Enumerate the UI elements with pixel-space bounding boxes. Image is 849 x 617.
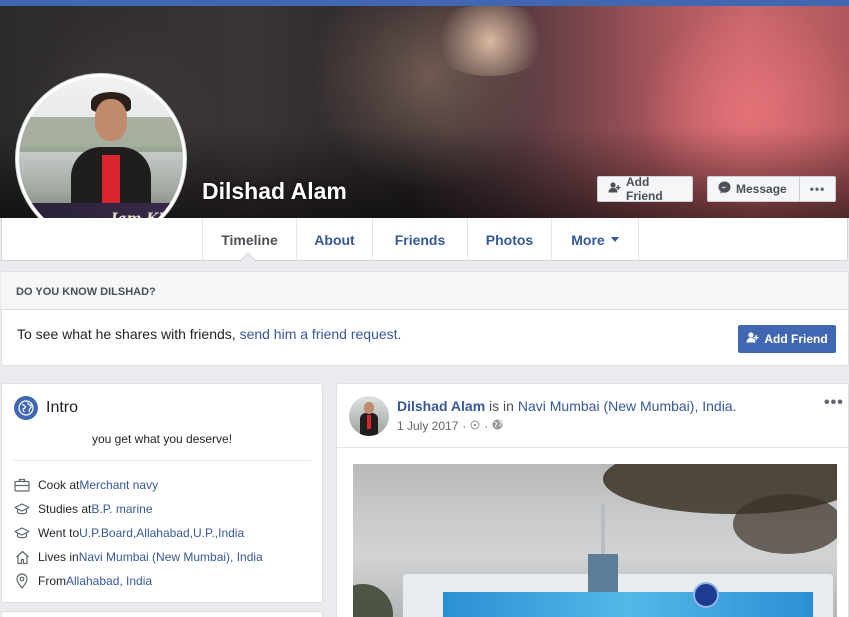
- intro-item-school: Went to U.P.Board,Allahabad,U.P.,India: [14, 525, 244, 541]
- intro-item-school-prefix: Went to: [38, 526, 80, 540]
- intro-item-study-link[interactable]: B.P. marine: [91, 502, 152, 516]
- tab-more[interactable]: More: [552, 218, 639, 261]
- globe-icon: [14, 396, 38, 420]
- public-globe-icon[interactable]: [492, 419, 503, 433]
- intro-item-lives-prefix: Lives in: [38, 550, 79, 564]
- post-photo[interactable]: [353, 464, 837, 617]
- add-friend-primary-button[interactable]: Add Friend: [738, 325, 836, 353]
- intro-item-from-link[interactable]: Allahabad, India: [66, 574, 152, 588]
- friend-request-text: To see what he shares with friends, send…: [17, 326, 401, 342]
- location-marker-icon: [470, 419, 480, 433]
- send-friend-request-link[interactable]: send him a friend request.: [240, 326, 402, 342]
- intro-item-lives: Lives in Navi Mumbai (New Mumbai), India: [14, 549, 263, 565]
- tab-timeline-label: Timeline: [221, 231, 278, 248]
- graduation-cap-icon: [14, 501, 30, 517]
- more-options-button[interactable]: •••: [799, 176, 836, 202]
- tab-photos[interactable]: Photos: [468, 218, 552, 261]
- messenger-icon: [718, 181, 731, 197]
- intro-item-lives-link[interactable]: Navi Mumbai (New Mumbai), India: [79, 550, 263, 564]
- message-button[interactable]: Message: [707, 176, 800, 202]
- post-location-link[interactable]: Navi Mumbai (New Mumbai), India.: [518, 398, 737, 414]
- add-friend-icon: [746, 332, 759, 346]
- intro-title: Intro: [46, 399, 79, 416]
- tab-about[interactable]: About: [297, 218, 373, 261]
- post-meta-separator: ·: [484, 419, 489, 433]
- photos-card: [1, 611, 323, 617]
- profile-name[interactable]: Dilshad Alam: [202, 178, 347, 205]
- tab-photos-label: Photos: [485, 231, 534, 248]
- intro-item-work-link[interactable]: Merchant navy: [79, 478, 158, 492]
- profile-avatar[interactable]: Iam Kh: [19, 77, 183, 241]
- tab-more-label: More: [571, 231, 605, 248]
- intro-item-from: From Allahabad, India: [14, 573, 152, 589]
- post-is-in: is in: [485, 398, 518, 414]
- add-friend-primary-label: Add Friend: [764, 332, 828, 346]
- intro-item-school-link[interactable]: U.P.Board,Allahabad,U.P.,India: [79, 526, 244, 540]
- add-friend-button[interactable]: Add Friend: [597, 175, 693, 203]
- intro-item-work-prefix: Cook at: [38, 478, 80, 492]
- friend-request-message: To see what he shares with friends,: [17, 326, 240, 342]
- divider: [13, 460, 311, 461]
- briefcase-icon: [14, 477, 30, 493]
- message-label: Message: [736, 182, 787, 196]
- post-author-avatar[interactable]: [349, 396, 389, 436]
- add-friend-label: Add Friend: [626, 175, 663, 203]
- post-date[interactable]: 1 July 2017: [397, 419, 458, 433]
- location-pin-icon: [14, 573, 30, 589]
- tab-friends-label: Friends: [394, 231, 446, 248]
- divider: [337, 447, 848, 448]
- intro-bio: you get what you deserve!: [91, 432, 233, 446]
- post-meta-separator: ·: [462, 419, 467, 433]
- friend-request-title: DO YOU KNOW DILSHAD?: [16, 286, 156, 298]
- more-dots-icon: •••: [809, 182, 826, 196]
- tab-about-label: About: [314, 231, 355, 248]
- post-options-button[interactable]: •••: [824, 394, 844, 412]
- graduation-cap-icon: [14, 525, 30, 541]
- intro-item-study: Studies at B.P. marine: [14, 501, 153, 517]
- intro-item-from-prefix: From: [38, 574, 66, 588]
- chevron-down-icon: [610, 237, 619, 242]
- intro-item-study-prefix: Studies at: [38, 502, 92, 516]
- post-author-name[interactable]: Dilshad Alam: [397, 398, 485, 414]
- intro-item-work: Cook at Merchant navy: [14, 477, 158, 493]
- post-meta: 1 July 2017 · ·: [397, 419, 503, 433]
- add-friend-icon: [608, 182, 621, 196]
- tab-friends[interactable]: Friends: [373, 218, 468, 261]
- post-header: Dilshad Alam is in Navi Mumbai (New Mumb…: [397, 398, 736, 414]
- home-icon: [14, 549, 30, 565]
